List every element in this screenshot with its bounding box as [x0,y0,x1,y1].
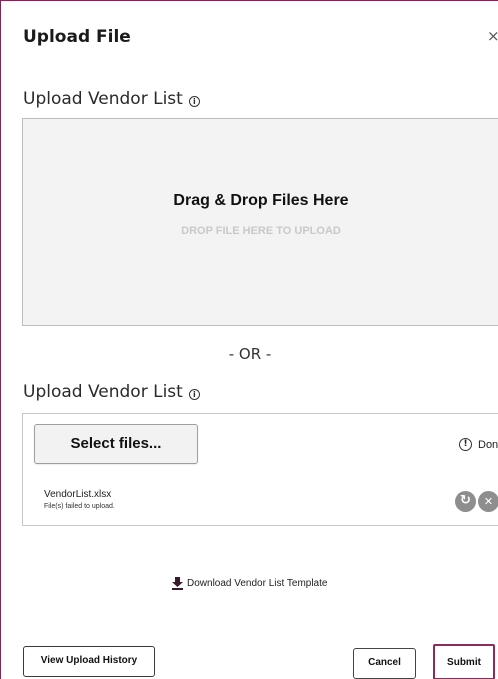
file-upload-panel: Select files... ! Done VendorList.xlsx F… [22,413,498,526]
remove-icon[interactable]: ✕ [478,491,498,512]
download-label: Download Vendor List Template [187,578,328,589]
upload-vendor-list-label: Upload Vendor List i [23,89,200,109]
download-icon [172,577,183,590]
dropzone-title: Drag & Drop Files Here [173,192,349,209]
upload-status: ! Done [459,438,498,451]
download-template-link[interactable]: Download Vendor List Template [172,577,327,590]
dialog-title: Upload File [23,27,131,47]
file-error-message: File(s) failed to upload. [44,503,115,510]
warning-icon: ! [459,438,472,451]
upload-vendor-list-label-2: Upload Vendor List i [23,382,200,402]
view-upload-history-button[interactable]: View Upload History [23,646,155,677]
status-text: Done [478,438,498,451]
cancel-button[interactable]: Cancel [353,648,416,679]
close-icon[interactable]: × [487,27,498,45]
upload-file-dialog: Upload File × Upload Vendor List i Drag … [0,0,498,679]
submit-button[interactable]: Submit [433,644,495,679]
dropzone-subtitle: DROP FILE HERE TO UPLOAD [181,225,341,237]
or-divider: - OR - [228,345,272,363]
retry-icon[interactable]: ↻ [455,491,476,512]
section-label-text: Upload Vendor List [23,382,183,402]
info-icon[interactable]: i [188,388,200,400]
file-name: VendorList.xlsx [44,489,112,500]
file-dropzone[interactable]: Drag & Drop Files Here DROP FILE HERE TO… [22,118,498,326]
info-icon[interactable]: i [188,95,200,107]
select-files-button[interactable]: Select files... [34,424,198,464]
section-label-text: Upload Vendor List [23,89,183,109]
